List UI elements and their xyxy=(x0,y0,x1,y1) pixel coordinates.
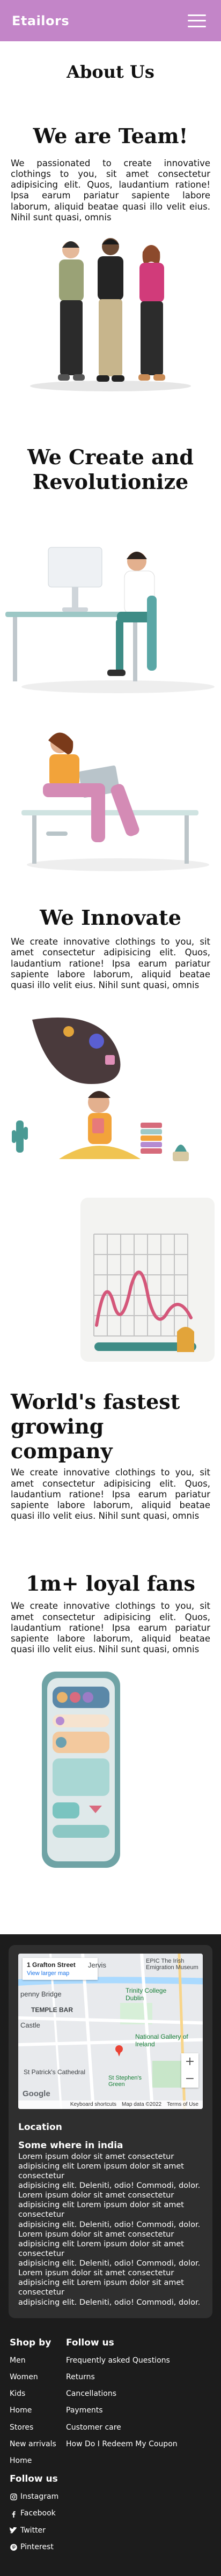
brand-logo[interactable]: Etailors xyxy=(12,13,69,28)
shop-link-men[interactable]: Men xyxy=(10,2352,66,2369)
facebook-icon xyxy=(10,2510,17,2518)
address-line: adipisicing elit. Deleniti, odio! Commod… xyxy=(18,2220,201,2229)
desk-worker-illustration xyxy=(0,510,221,697)
map-label-temple-bar: TEMPLE BAR xyxy=(31,2006,73,2014)
map-label-castle: Castle xyxy=(20,2021,40,2029)
team-section-title: We are Team! xyxy=(33,124,188,148)
map-attribution: Keyboard shortcuts Map data ©2022 Terms … xyxy=(18,2100,203,2109)
menu-bar xyxy=(188,14,206,16)
hamburger-menu-icon[interactable] xyxy=(188,14,206,27)
shop-link-women[interactable]: Women xyxy=(10,2369,66,2386)
instagram-link[interactable]: Instagram xyxy=(10,2489,211,2505)
social-links: Follow us Instagram Facebook Twitter Pin… xyxy=(0,2474,221,2556)
growth-chart-illustration xyxy=(0,1191,221,1368)
site-footer: 1 Grafton Street View larger map Jervis … xyxy=(0,1934,221,2576)
follow-us-heading: Follow us xyxy=(10,2474,58,2485)
redeem-coupon-link[interactable]: How Do I Redeem My Coupon xyxy=(66,2436,211,2453)
shop-by-column: Shop by Men Women Kids Home Stores New a… xyxy=(10,2337,66,2470)
map-address-card: 1 Grafton Street View larger map xyxy=(23,1957,98,1980)
map-label-trinity-college: Trinity College Dublin xyxy=(126,1986,167,2002)
address-line: adipisicing elit. Deleniti, odio! Commod… xyxy=(18,2298,201,2307)
map-label-st-patricks: St Patrick's Cathedral xyxy=(24,2068,86,2076)
top-navbar: Etailors xyxy=(0,0,221,41)
zoom-in-button[interactable]: + xyxy=(181,2053,198,2070)
fastest-section-title: World's fastest growing company xyxy=(11,1390,180,1463)
map-label-national-gallery: National Gallery of Ireland xyxy=(135,2032,188,2048)
laptop-worker-illustration xyxy=(0,703,221,874)
team-illustration xyxy=(0,226,221,398)
address-line: Lorem ipsum dolor sit amet consectetur a… xyxy=(18,2191,184,2219)
zoom-out-button[interactable]: − xyxy=(181,2070,198,2088)
location-card: 1 Grafton Street View larger map Jervis … xyxy=(9,1944,212,2318)
pinterest-label: Pinterest xyxy=(20,2542,54,2551)
map-label-jervis: Jervis xyxy=(88,1961,106,1969)
embedded-map[interactable]: 1 Grafton Street View larger map Jervis … xyxy=(18,1953,203,2109)
shop-by-heading: Shop by xyxy=(10,2337,51,2348)
google-logo: Google xyxy=(23,2089,50,2098)
location-address-text: Lorem ipsum dolor sit amet consectetur a… xyxy=(18,2152,203,2307)
facebook-label: Facebook xyxy=(20,2509,56,2518)
shop-link-kids[interactable]: Kids xyxy=(10,2386,66,2402)
phone-app-illustration xyxy=(0,1668,221,1872)
pinterest-icon xyxy=(10,2543,17,2551)
pinterest-link[interactable]: Pinterest xyxy=(10,2539,211,2556)
payments-link[interactable]: Payments xyxy=(66,2402,211,2419)
facebook-link[interactable]: Facebook xyxy=(10,2505,211,2522)
view-larger-map-link[interactable]: View larger map xyxy=(27,1970,93,1977)
twitter-icon xyxy=(10,2527,17,2534)
menu-bar xyxy=(188,20,206,21)
map-zoom-controls: + − xyxy=(181,2053,198,2088)
map-label-penny-bridge: penny Bridge xyxy=(20,1989,62,1998)
fans-section-title: 1m+ loyal fans xyxy=(26,1571,195,1595)
shop-link-home-2[interactable]: Home xyxy=(10,2453,66,2469)
location-subheading: Some where in india xyxy=(18,2140,123,2151)
page-title: About Us xyxy=(67,62,154,82)
innovate-section-title: We Innovate xyxy=(40,905,181,930)
help-column: Follow us Frequently asked Questions Ret… xyxy=(66,2337,211,2470)
instagram-label: Instagram xyxy=(20,2492,59,2501)
instagram-icon xyxy=(10,2493,17,2501)
map-label-epic: EPIC The Irish Emigration Museum xyxy=(146,1957,198,1971)
returns-link[interactable]: Returns xyxy=(66,2369,211,2386)
address-line: Lorem ipsum dolor sit amet consectetur a… xyxy=(18,2230,184,2258)
terms-of-use-link[interactable]: Terms of Use xyxy=(167,2102,198,2107)
shop-link-home[interactable]: Home xyxy=(10,2402,66,2419)
address-line: adipisicing elit. Deleniti, odio! Commod… xyxy=(18,2181,201,2191)
shop-link-new-arrivals[interactable]: New arrivals xyxy=(10,2436,66,2453)
customer-care-link[interactable]: Customer care xyxy=(66,2419,211,2436)
keyboard-shortcuts-link[interactable]: Keyboard shortcuts xyxy=(70,2102,116,2107)
innovate-section-text: We create innovative clothings to you, s… xyxy=(11,937,210,991)
twitter-label: Twitter xyxy=(20,2526,46,2535)
address-line: adipisicing elit. Deleniti, odio! Commod… xyxy=(18,2259,201,2268)
map-data-text: Map data ©2022 xyxy=(122,2102,162,2108)
shop-link-stores[interactable]: Stores xyxy=(10,2419,66,2436)
fastest-section-text: We create innovative clothings to you, s… xyxy=(11,1467,210,1521)
map-address: 1 Grafton Street xyxy=(27,1961,76,1969)
team-section-text: We passionated to create innovative clot… xyxy=(11,158,210,222)
address-line: Lorem ipsum dolor sit amet consectetur a… xyxy=(18,2152,184,2180)
create-section-title: We Create and Revolutionize xyxy=(27,445,194,494)
menu-bar xyxy=(188,25,206,27)
address-line: Lorem ipsum dolor sit amet consectetur a… xyxy=(18,2269,184,2297)
twitter-link[interactable]: Twitter xyxy=(10,2522,211,2539)
location-heading: Location xyxy=(18,2121,62,2133)
cancellations-link[interactable]: Cancellations xyxy=(66,2386,211,2402)
footer-link-columns: Shop by Men Women Kids Home Stores New a… xyxy=(0,2337,221,2470)
help-heading: Follow us xyxy=(66,2337,114,2348)
fans-section-text: We create innovative clothings to you, s… xyxy=(11,1601,210,1655)
map-label-st-stephens-green: St Stephen's Green xyxy=(108,2074,142,2088)
faq-link[interactable]: Frequently asked Questions xyxy=(66,2352,211,2369)
creative-meditation-illustration xyxy=(0,1004,221,1191)
